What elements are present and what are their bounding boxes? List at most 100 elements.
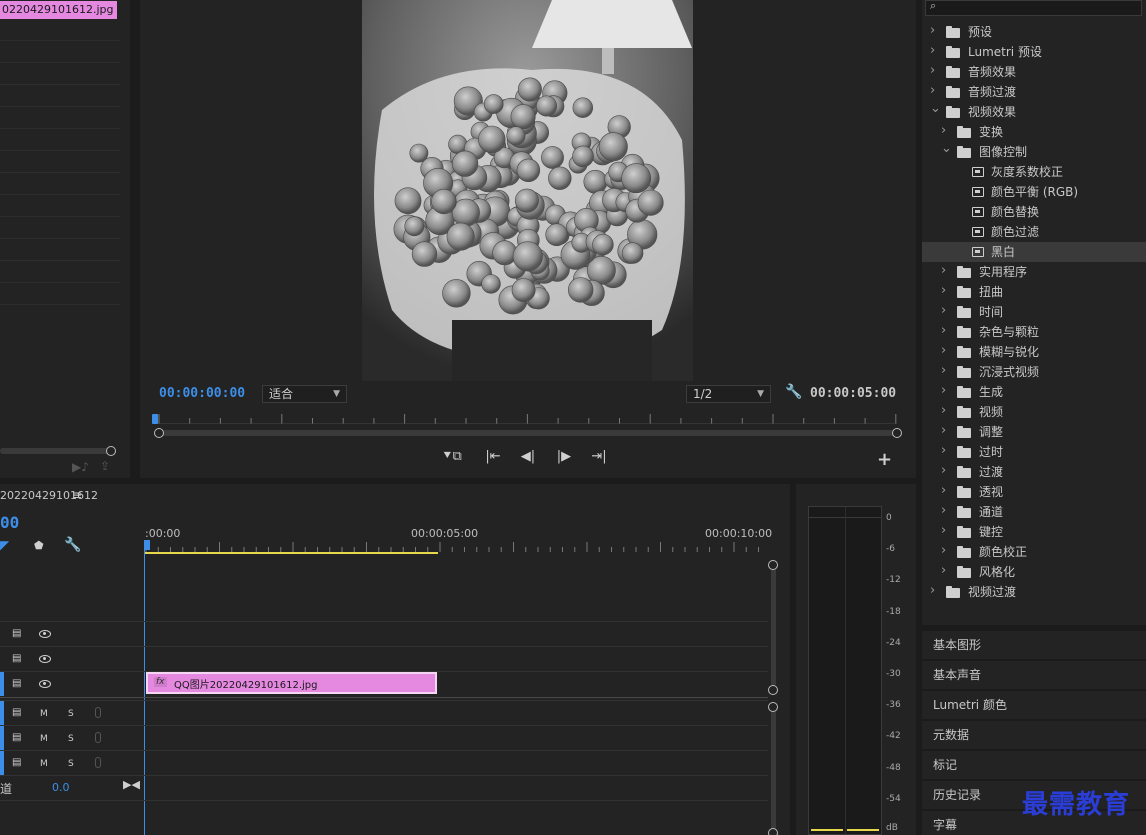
add-marker-button[interactable]: ⯆⧉ (440, 449, 464, 465)
track-target-a3[interactable] (0, 751, 4, 775)
effects-tree-row[interactable]: › 过渡 (922, 462, 1146, 482)
track-target-a2[interactable] (0, 726, 4, 750)
solo-button[interactable]: S (68, 734, 74, 744)
marker-icon[interactable]: ⬟ (34, 539, 44, 552)
go-to-in-button[interactable]: |⇤ (483, 449, 503, 465)
panel-tab[interactable]: 基本声音 (922, 661, 1146, 689)
master-expand-icon[interactable]: ▶◀ (123, 778, 140, 791)
mic-icon[interactable] (95, 757, 101, 768)
toggle-sync-lock-icon[interactable]: ▤ (12, 732, 21, 743)
chevron-right-icon[interactable]: › (941, 521, 946, 541)
effects-tree-row[interactable]: ⌄ 视频效果 (922, 101, 1146, 122)
timeline-timecode[interactable]: 00 (0, 513, 19, 532)
effects-tree-row[interactable]: › 音频效果 (922, 62, 1146, 82)
wrench-icon[interactable]: 🔧 (64, 537, 81, 553)
solo-button[interactable]: S (68, 709, 74, 719)
mic-icon[interactable] (95, 732, 101, 743)
effects-tree-row[interactable]: › 预设 (922, 22, 1146, 42)
toggle-sync-lock-icon[interactable]: ▤ (12, 678, 21, 689)
toggle-sync-lock-icon[interactable]: ▤ (12, 628, 21, 639)
scrollbar-knob[interactable] (768, 702, 778, 712)
scrollbar-knob[interactable] (768, 560, 778, 570)
effects-tree-row[interactable]: › 音频过渡 (922, 82, 1146, 102)
scrollbar-right-knob[interactable] (892, 428, 902, 438)
toggle-sync-lock-icon[interactable]: ▤ (12, 707, 21, 718)
track-target-a1[interactable] (0, 701, 4, 725)
effects-tree-row[interactable]: › 调整 (922, 422, 1146, 442)
effects-tree-row[interactable]: 灰度系数校正 (922, 162, 1146, 182)
chevron-right-icon[interactable]: › (941, 421, 946, 441)
effects-tree-row[interactable]: › 键控 (922, 522, 1146, 542)
eye-icon[interactable] (39, 655, 51, 663)
master-volume-value[interactable]: 0.0 (52, 781, 70, 794)
chevron-right-icon[interactable]: › (930, 21, 935, 41)
wrench-icon[interactable]: 🔧 (785, 384, 802, 400)
panel-tab[interactable]: Lumetri 颜色 (922, 691, 1146, 719)
chevron-right-icon[interactable]: › (941, 321, 946, 341)
effects-search-input[interactable]: ⌕ (925, 0, 1142, 16)
effects-tree-row[interactable]: › 视频过渡 (922, 582, 1146, 602)
effects-tree-row[interactable]: › 颜色校正 (922, 542, 1146, 562)
chevron-down-icon[interactable]: ⌄ (941, 139, 952, 159)
chevron-right-icon[interactable]: › (941, 541, 946, 561)
mute-button[interactable]: M (40, 709, 48, 719)
scrollbar-knob[interactable] (768, 685, 778, 695)
timeline-playhead-line[interactable] (144, 550, 145, 835)
monitor-zoom-scrollbar[interactable] (160, 430, 895, 436)
chevron-right-icon[interactable]: › (930, 41, 935, 61)
chevron-right-icon[interactable]: › (941, 301, 946, 321)
effects-tree-row[interactable]: › 模糊与锐化 (922, 342, 1146, 362)
chevron-right-icon[interactable]: › (941, 401, 946, 421)
scrollbar-knob[interactable] (768, 828, 778, 835)
add-button[interactable]: + (877, 449, 892, 470)
effects-tree-row[interactable]: 颜色替换 (922, 202, 1146, 222)
project-zoom-slider[interactable] (0, 448, 110, 454)
chevron-right-icon[interactable]: › (941, 281, 946, 301)
effects-tree-row[interactable]: › 时间 (922, 302, 1146, 322)
chevron-right-icon[interactable]: › (941, 441, 946, 461)
effects-tree-row[interactable]: ⌄ 图像控制 (922, 139, 1146, 162)
effects-tree-row[interactable]: › 生成 (922, 382, 1146, 402)
step-back-button[interactable]: ◀| (518, 449, 538, 465)
go-to-out-button[interactable]: ⇥| (589, 449, 609, 465)
monitor-time-ruler[interactable] (155, 412, 897, 424)
effects-tree-row[interactable]: › 实用程序 (922, 262, 1146, 282)
chevron-right-icon[interactable]: › (930, 581, 935, 601)
chevron-right-icon[interactable]: › (941, 461, 946, 481)
sequence-menu-icon[interactable]: ≡ (72, 488, 82, 502)
panel-tab[interactable]: 标记 (922, 751, 1146, 779)
toggle-sync-lock-icon[interactable]: ▤ (12, 757, 21, 768)
effects-tree-row[interactable]: › 沉浸式视频 (922, 362, 1146, 382)
automate-to-sequence-icon[interactable]: ▶♪ (72, 460, 89, 474)
work-area-bar[interactable] (145, 552, 438, 554)
chevron-right-icon[interactable]: › (941, 481, 946, 501)
resolution-dropdown[interactable]: 1/2 ▼ (686, 385, 771, 403)
effects-tree-row[interactable]: › 视频 (922, 402, 1146, 422)
mute-button[interactable]: M (40, 734, 48, 744)
panel-tab[interactable]: 元数据 (922, 721, 1146, 749)
track-target-v1[interactable] (0, 672, 4, 696)
step-forward-button[interactable]: |▶ (554, 449, 574, 465)
scrollbar-left-knob[interactable] (154, 428, 164, 438)
chevron-right-icon[interactable]: › (941, 501, 946, 521)
effects-tree-row[interactable]: 颜色过滤 (922, 222, 1146, 242)
effects-tree-row[interactable]: › 变换 (922, 122, 1146, 142)
export-icon[interactable]: ⇪ (100, 459, 110, 473)
effects-tree-row[interactable]: › 过时 (922, 442, 1146, 462)
video-track-scrollbar[interactable] (771, 566, 776, 686)
timeline-ruler[interactable]: :00:00 00:00:05:00 00:00:10:00 (145, 524, 772, 554)
current-timecode[interactable]: 00:00:00:00 (159, 386, 245, 401)
effects-tree-row[interactable]: 颜色平衡 (RGB) (922, 182, 1146, 202)
mute-button[interactable]: M (40, 759, 48, 769)
toggle-sync-lock-icon[interactable]: ▤ (12, 653, 21, 664)
chevron-right-icon[interactable]: › (941, 261, 946, 281)
effects-tree-row[interactable]: › 通道 (922, 502, 1146, 522)
mic-icon[interactable] (95, 707, 101, 718)
chevron-right-icon[interactable]: › (941, 381, 946, 401)
effects-tree-row[interactable]: › 扭曲 (922, 282, 1146, 302)
effects-tree-row[interactable]: › Lumetri 预设 (922, 42, 1146, 62)
monitor-playhead[interactable] (152, 414, 158, 424)
effects-tree-row[interactable]: › 风格化 (922, 562, 1146, 582)
audio-track-scrollbar[interactable] (771, 708, 776, 833)
eye-icon[interactable] (39, 680, 51, 688)
